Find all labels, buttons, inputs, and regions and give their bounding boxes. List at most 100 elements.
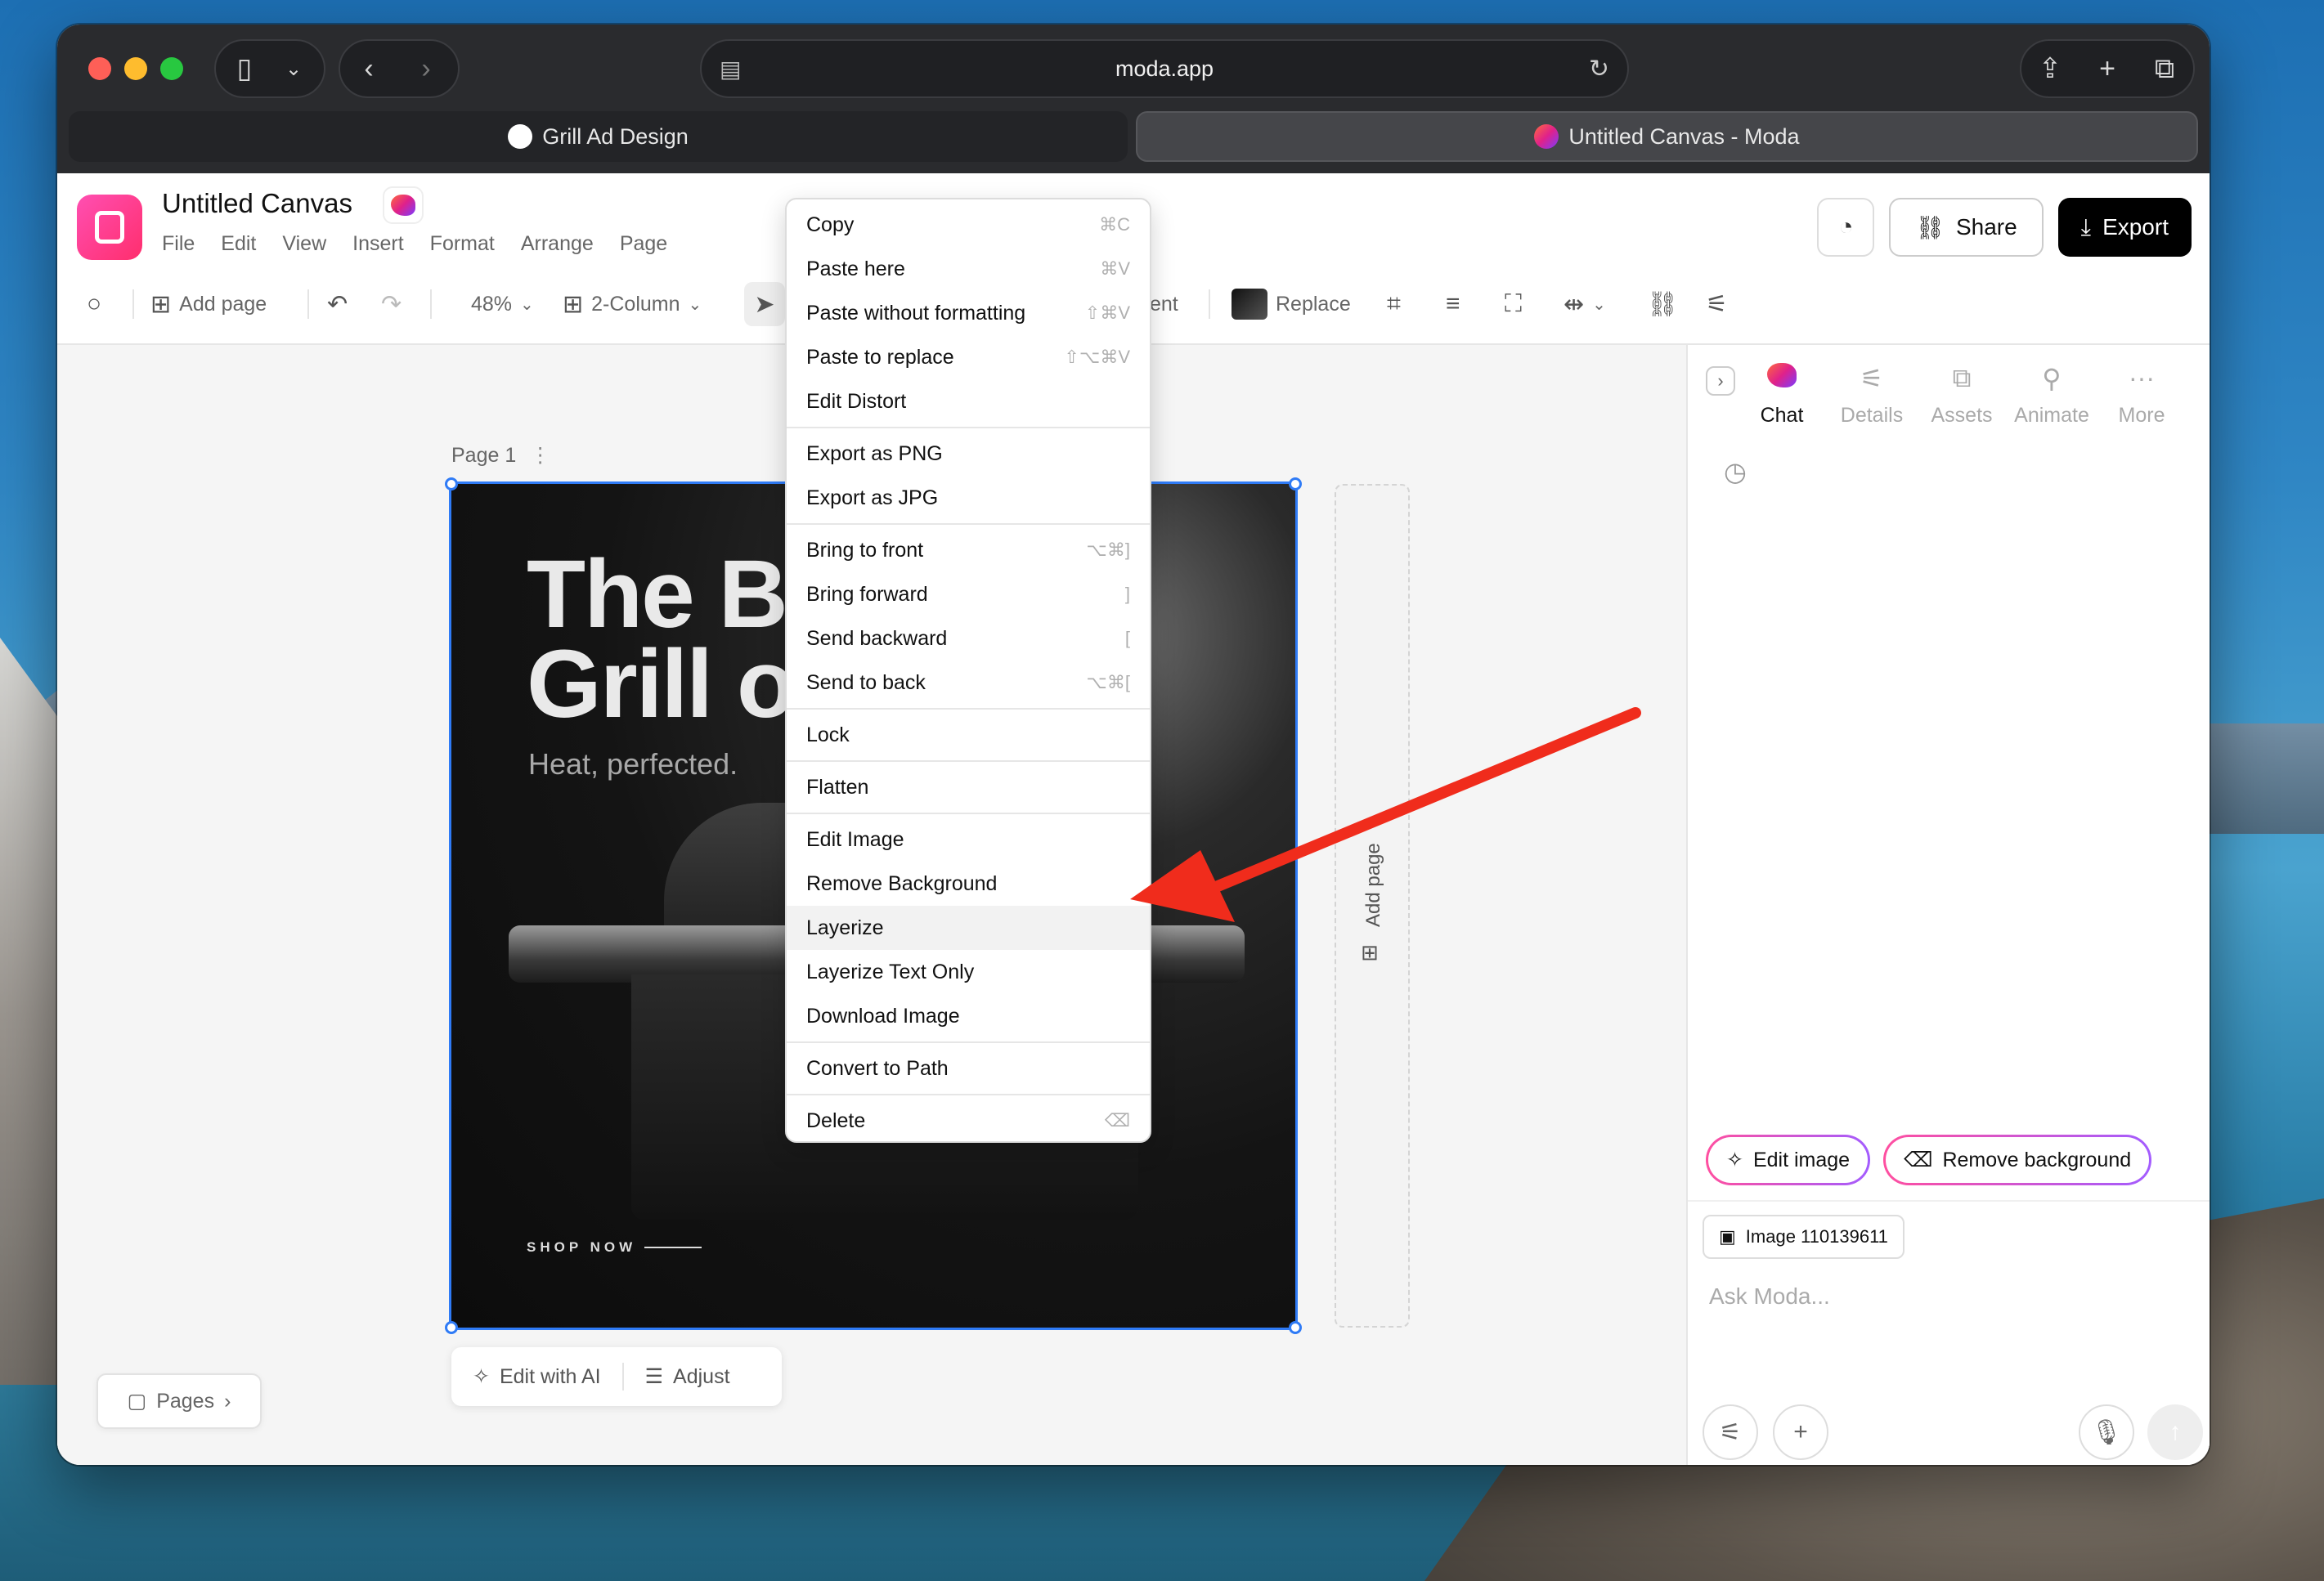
new-tab-icon[interactable]: + (2083, 53, 2132, 85)
context-menu-item-download-image[interactable]: Download Image (787, 994, 1150, 1038)
edit-with-ai-button[interactable]: ✧ Edit with AI (451, 1364, 622, 1389)
zoom-dropdown[interactable]: 48% ⌄ (471, 293, 534, 316)
resize-handle-tl[interactable] (445, 477, 458, 490)
context-menu-item-copy[interactable]: Copy ⌘C (787, 203, 1150, 247)
sliders-icon: ⚟ (1719, 1418, 1742, 1446)
page-menu-icon[interactable]: ▤ (720, 56, 741, 83)
send-button[interactable]: ↑ (2147, 1404, 2203, 1460)
tab-overview-icon[interactable]: ⧉ (2140, 53, 2189, 85)
redo-button[interactable]: ↷ (381, 290, 402, 319)
resize-handle-tr[interactable] (1289, 477, 1302, 490)
crop-button[interactable]: ⌗ (1387, 290, 1401, 318)
window-controls (88, 57, 183, 80)
history-nav-group: ‹ › (339, 39, 460, 98)
tab-animate[interactable]: ⚲ Animate (2007, 363, 2097, 428)
context-menu-item-delete[interactable]: Delete ⌫ (787, 1099, 1150, 1143)
resize-handle-bl[interactable] (445, 1321, 458, 1334)
panel-tabs: Chat ⚟ Details ⧉ Assets ⚲ Animate ··· Mo… (1737, 363, 2187, 428)
remove-background-chip[interactable]: ⌫ Remove background (1883, 1135, 2151, 1185)
link-button[interactable]: ⛓ (1647, 290, 1678, 319)
add-page-strip[interactable]: Add page ⊞ (1335, 484, 1410, 1328)
tab-untitled-canvas[interactable]: Untitled Canvas - Moda (1136, 111, 2198, 162)
add-attachment-button[interactable]: + (1773, 1404, 1828, 1460)
tab-chat[interactable]: Chat (1737, 363, 1827, 428)
context-menu-item-layerize-text-only[interactable]: Layerize Text Only (787, 950, 1150, 994)
flip-dropdown[interactable]: ⇹ ⌄ (1564, 290, 1606, 319)
address-bar[interactable]: ▤ moda.app ↻ (700, 39, 1629, 98)
export-button[interactable]: ⤓ Export (2057, 198, 2192, 257)
moda-logo-icon[interactable] (77, 195, 142, 260)
share-icon[interactable]: ⇪ (2026, 52, 2075, 85)
tab-grill-ad-design[interactable]: Grill Ad Design (69, 111, 1128, 162)
context-menu-item-paste-without-formatting[interactable]: Paste without formatting ⇧⌘V (787, 291, 1150, 335)
context-menu-item-paste-to-replace[interactable]: Paste to replace ⇧⌥⌘V (787, 335, 1150, 379)
context-menu-item-export-as-png[interactable]: Export as PNG (787, 432, 1150, 476)
chat-input[interactable]: Ask Moda... (1709, 1283, 1830, 1310)
collapse-panel-button[interactable]: › (1706, 366, 1735, 396)
add-page-strip-label: Add page (1362, 843, 1384, 927)
chat-history-icon[interactable]: ◷ (1724, 456, 1747, 487)
menu-format[interactable]: Format (430, 232, 495, 256)
animate-icon: ⚲ (2042, 364, 2062, 393)
search-button[interactable]: ○ (87, 290, 101, 318)
document-title[interactable]: Untitled Canvas (162, 188, 352, 219)
page-label[interactable]: Page 1 ⋮ (451, 443, 550, 468)
align-button[interactable]: ≡ (1446, 290, 1460, 318)
image-attachment[interactable]: ▣ Image 110139611 (1703, 1215, 1905, 1259)
context-menu-item-edit-image[interactable]: Edit Image (787, 817, 1150, 862)
context-menu-item-send-backward[interactable]: Send backward [ (787, 616, 1150, 661)
menu-insert[interactable]: Insert (352, 232, 404, 256)
tab-details[interactable]: ⚟ Details (1827, 363, 1917, 428)
back-icon[interactable]: ‹ (340, 53, 397, 85)
fit-button[interactable]: ⛶ (1505, 290, 1522, 318)
context-menu-label: Download Image (806, 1004, 960, 1028)
replace-button[interactable]: Replace (1232, 289, 1351, 320)
undo-button[interactable]: ↶ (327, 290, 348, 319)
context-menu-item-layerize[interactable]: Layerize (787, 906, 1150, 950)
menu-page[interactable]: Page (620, 232, 667, 256)
menu-arrange[interactable]: Arrange (521, 232, 594, 256)
context-menu-item-bring-forward[interactable]: Bring forward] (787, 572, 1150, 616)
adjust-image-button[interactable]: ☰ Adjust (624, 1364, 751, 1389)
tab-label: Details (1840, 404, 1904, 427)
menu-edit[interactable]: Edit (221, 232, 256, 256)
close-window-button[interactable] (88, 57, 111, 80)
context-menu-divider (787, 708, 1150, 710)
tab-more[interactable]: ··· More (2097, 363, 2187, 428)
tab-assets[interactable]: ⧉ Assets (1917, 363, 2007, 428)
context-menu-item-remove-background[interactable]: Remove Background (787, 862, 1150, 906)
select-tool-button[interactable]: ➤ (744, 282, 785, 326)
context-menu-item-send-to-back[interactable]: Send to back ⌥⌘[ (787, 661, 1150, 705)
edit-image-chip[interactable]: ✧ Edit image (1706, 1135, 1870, 1185)
context-menu-item-paste-here[interactable]: Paste here ⌘V (787, 247, 1150, 291)
sidebar-icon[interactable]: ▯ (216, 52, 273, 85)
layout-dropdown[interactable]: ⊞ 2-Column ⌄ (563, 290, 702, 319)
menu-file[interactable]: File (162, 232, 195, 256)
adjust-button[interactable]: ⚟ (1706, 290, 1728, 319)
resize-handle-br[interactable] (1289, 1321, 1302, 1334)
context-menu-item-convert-to-path[interactable]: Convert to Path (787, 1046, 1150, 1091)
context-menu-item-bring-to-front[interactable]: Bring to front ⌥⌘] (787, 528, 1150, 572)
sliders-icon: ☰ (644, 1365, 664, 1388)
chameleon-icon[interactable] (383, 186, 424, 224)
menu-lines-icon: ≡ (1446, 290, 1460, 317)
settings-button[interactable]: ⚟ (1703, 1404, 1758, 1460)
more-vertical-icon[interactable]: ⋮ (530, 444, 550, 467)
context-menu-item-export-as-jpg[interactable]: Export as JPG (787, 476, 1150, 520)
context-menu-item-lock[interactable]: Lock (787, 713, 1150, 757)
menu-view[interactable]: View (282, 232, 326, 256)
chevron-down-icon[interactable]: ⌄ (273, 57, 314, 81)
minimize-window-button[interactable] (124, 57, 147, 80)
share-button[interactable]: ⛓ Share (1889, 198, 2044, 257)
add-page-button[interactable]: ⊞ Add page (150, 290, 267, 319)
version-history-button[interactable]: ◔ (1817, 198, 1875, 257)
crop-icon: ⌗ (1387, 290, 1401, 317)
reload-icon[interactable]: ↻ (1589, 55, 1609, 83)
context-menu-item-edit-distort[interactable]: Edit Distort (787, 379, 1150, 423)
forward-icon[interactable]: › (397, 53, 455, 85)
context-menu-item-flatten[interactable]: Flatten (787, 765, 1150, 809)
voice-button[interactable]: 🎙 (2079, 1404, 2134, 1460)
zoom-window-button[interactable] (160, 57, 183, 80)
pages-button[interactable]: ▢ Pages › (96, 1373, 262, 1429)
adjust-label: Adjust (673, 1364, 730, 1388)
